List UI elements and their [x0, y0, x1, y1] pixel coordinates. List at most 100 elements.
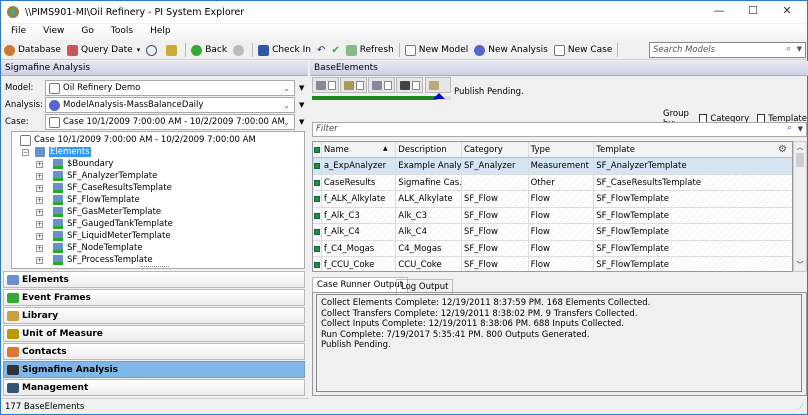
- grid-header[interactable]: Name Description Category Type Template ⚙ ▲: [313, 142, 792, 158]
- output-line: Collect Elements Complete: 12/19/2011 8:…: [321, 298, 651, 308]
- tree-node[interactable]: + $Boundary: [36, 158, 113, 170]
- expand-icon[interactable]: +: [36, 244, 43, 252]
- model-select[interactable]: Oil Refinery Demo ⌄: [45, 80, 295, 96]
- template-icon: [53, 243, 63, 253]
- close-button[interactable]: ✕: [772, 4, 802, 20]
- nav-library[interactable]: Library: [3, 307, 305, 324]
- nav-sigmafine-analysis[interactable]: Sigmafine Analysis: [3, 361, 305, 378]
- new-analysis-button[interactable]: New Analysis: [471, 41, 551, 59]
- search-icon[interactable]: ⌕: [786, 44, 791, 54]
- column-header[interactable]: Type: [529, 142, 595, 157]
- case-select[interactable]: Case 10/1/2009 7:00:00 AM - 10/2/2009 7:…: [45, 114, 295, 130]
- menu-view[interactable]: View: [33, 24, 71, 40]
- toolbar-run-button[interactable]: [396, 77, 423, 93]
- database-button[interactable]: Database: [1, 41, 64, 59]
- model-menu-button[interactable]: ▼: [299, 84, 304, 92]
- query-date-button[interactable]: Query Date ▾: [64, 41, 143, 59]
- new-case-button[interactable]: New Case: [551, 41, 616, 59]
- table-row[interactable]: f_ALK_Alkylate ALK_Alkylate SF_Flow Flow SF_…: [313, 191, 792, 208]
- tree-node-case[interactable]: Case 10/1/2009 7:00:00 AM - 10/2/2009 7:…: [20, 134, 256, 146]
- expand-icon[interactable]: +: [36, 172, 43, 180]
- expand-icon[interactable]: +: [36, 184, 43, 192]
- nav-icon: [7, 274, 19, 285]
- table-row[interactable]: f_CCU_Coke CCU_Coke SF_Flow Flow SF_FlowTemp…: [313, 257, 792, 271]
- check-in-button[interactable]: Check In: [255, 41, 314, 59]
- nav-management[interactable]: Management: [3, 379, 305, 396]
- nav-event-frames[interactable]: Event Frames: [3, 289, 305, 306]
- toolbar-collect-elements-button[interactable]: [312, 77, 339, 93]
- expand-icon[interactable]: +: [36, 208, 43, 216]
- element-tree[interactable]: Case 10/1/2009 7:00:00 AM - 10/2/2009 7:…: [11, 131, 305, 269]
- tag-icon: [166, 44, 178, 56]
- new-model-button[interactable]: New Model: [402, 41, 472, 59]
- tree-node[interactable]: + SF_LiquidMeterTemplate: [36, 230, 171, 242]
- toolbar-collect-inputs-button[interactable]: [368, 77, 395, 93]
- tag-button[interactable]: [163, 41, 183, 59]
- tree-node[interactable]: + SF_FlowTemplate: [36, 194, 140, 206]
- nav-contacts[interactable]: Contacts: [3, 343, 305, 360]
- toolbar-collect-transfers-button[interactable]: [340, 77, 367, 93]
- filter-input[interactable]: Filter ⌕ ▼: [312, 122, 807, 137]
- cell: Flow: [529, 240, 595, 256]
- table-row[interactable]: f_Alk_C4 Alk_C4 SF_Flow Flow SF_FlowTemplate: [313, 224, 792, 241]
- expand-icon[interactable]: +: [36, 220, 43, 228]
- cell: f_Alk_C3: [322, 207, 397, 223]
- resize-grip[interactable]: ⋰: [797, 403, 804, 411]
- table-row[interactable]: f_Alk_C3 Alk_C3 SF_Flow Flow SF_FlowTemplate: [313, 207, 792, 224]
- tree-node-elements[interactable]: − Elements: [22, 146, 91, 158]
- tree-node[interactable]: + SF_GasMeterTemplate: [36, 206, 161, 218]
- menu-go[interactable]: Go: [71, 24, 100, 40]
- nav-elements[interactable]: Elements: [3, 271, 305, 288]
- search-models-input[interactable]: Search Models ⌕ ▼: [649, 42, 806, 58]
- progress-marker-icon: [433, 93, 445, 99]
- column-header[interactable]: Template: [594, 142, 792, 157]
- menu-file[interactable]: File: [1, 24, 33, 40]
- undo-button[interactable]: ↶: [314, 41, 328, 59]
- forward-button[interactable]: [230, 41, 250, 59]
- column-header[interactable]: Category: [462, 142, 529, 157]
- tree-node[interactable]: + SF_NodeTemplate: [36, 242, 143, 254]
- case-menu-button[interactable]: ▼: [299, 118, 304, 126]
- apply-button[interactable]: ✔: [328, 41, 342, 59]
- clock-button[interactable]: [143, 41, 163, 59]
- column-header[interactable]: Description: [396, 142, 462, 157]
- maximize-button[interactable]: ☐: [738, 4, 768, 20]
- tree-node[interactable]: + SF_GaugedTankTemplate: [36, 218, 173, 230]
- chevron-down-icon[interactable]: ▼: [797, 45, 802, 53]
- minimize-button[interactable]: —: [704, 4, 734, 20]
- cell: SF_Flow: [462, 207, 529, 223]
- cell: CCU_Coke: [396, 257, 462, 271]
- tab-case-runner-output[interactable]: Case Runner Output: [312, 277, 409, 292]
- chevron-down-icon[interactable]: ▼: [798, 125, 803, 133]
- tree-node[interactable]: + SF_CaseResultsTemplate: [36, 182, 172, 194]
- elements-grid: Name Description Category Type Template ⚙ ▲ a_E…: [312, 141, 793, 272]
- table-row[interactable]: f_C4_Mogas C4_Mogas SF_Flow Flow SF_FlowTemp…: [313, 240, 792, 257]
- splitter-handle[interactable]: [141, 266, 169, 268]
- cell: Flow: [529, 191, 595, 207]
- back-button[interactable]: Back: [188, 41, 230, 59]
- case-icon: [49, 116, 60, 128]
- settings-gear-icon[interactable]: ⚙: [778, 144, 787, 155]
- table-row[interactable]: CaseResults Sigmafine Cas… Other SF_CaseRes…: [313, 174, 792, 191]
- tree-node[interactable]: + SF_ProcessTemplate: [36, 254, 153, 266]
- expand-icon[interactable]: +: [36, 196, 43, 204]
- menu-tools[interactable]: Tools: [101, 24, 140, 40]
- refresh-button[interactable]: Refresh: [343, 41, 397, 59]
- table-row[interactable]: a_ExpAnalyzerExample Analy…SF_AnalyzerMe…: [313, 158, 792, 175]
- back-arrow-icon: [191, 44, 203, 56]
- output-line: Collect Inputs Complete: 12/19/2011 8:38…: [321, 319, 624, 329]
- analysis-menu-button[interactable]: ▼: [299, 101, 304, 109]
- cell: Sigmafine Cas…: [396, 174, 462, 190]
- grid-scrollbar[interactable]: ︿ ﹀: [793, 141, 807, 272]
- menu-help[interactable]: Help: [140, 24, 178, 40]
- nav-unit-of-measure[interactable]: Unit of Measure: [3, 325, 305, 342]
- expand-icon[interactable]: +: [36, 160, 43, 168]
- cell: Alk_C4: [396, 224, 462, 240]
- expand-icon[interactable]: +: [36, 256, 43, 264]
- expand-icon[interactable]: +: [36, 232, 43, 240]
- toolbar-publish-button[interactable]: [425, 77, 451, 93]
- tree-node[interactable]: + SF_AnalyzerTemplate: [36, 170, 157, 182]
- clock-icon: [146, 44, 158, 56]
- search-icon[interactable]: ⌕: [787, 123, 792, 133]
- analysis-select[interactable]: ModelAnalysis-MassBalanceDaily ⌄: [45, 97, 295, 113]
